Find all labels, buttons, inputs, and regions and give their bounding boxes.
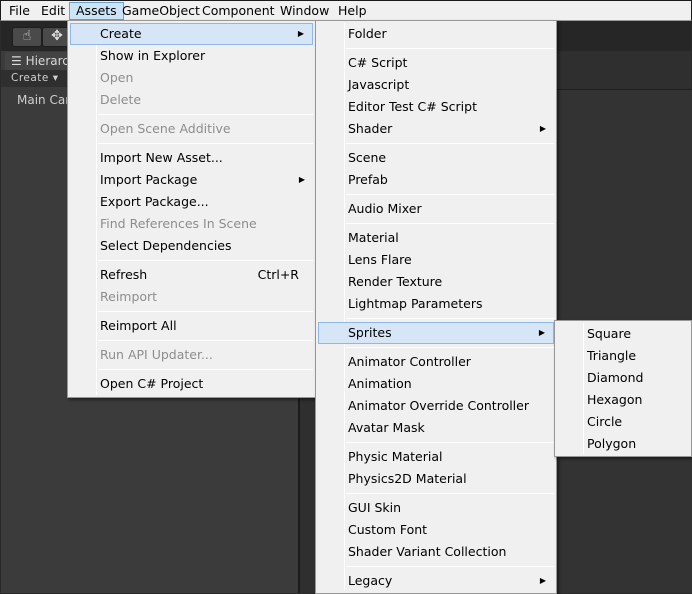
menu-item-find-references[interactable]: Find References In Scene bbox=[70, 213, 313, 235]
menu-help[interactable]: Help bbox=[332, 2, 373, 20]
submenu-arrow-icon: ▶ bbox=[539, 124, 546, 133]
submenu-arrow-icon: ▶ bbox=[297, 29, 304, 38]
menu-window[interactable]: Window bbox=[274, 2, 335, 20]
menu-separator bbox=[346, 223, 554, 224]
menu-separator bbox=[346, 318, 554, 319]
menu-item-audio-mixer[interactable]: Audio Mixer bbox=[318, 198, 554, 220]
menu-separator bbox=[346, 493, 554, 494]
menu-item-label: Refresh bbox=[100, 267, 148, 282]
menu-item-physic-material[interactable]: Physic Material bbox=[318, 446, 554, 468]
menu-item-avatar-mask[interactable]: Avatar Mask bbox=[318, 417, 554, 439]
menu-item-lens-flare[interactable]: Lens Flare bbox=[318, 249, 554, 271]
menu-item-physics2d-material[interactable]: Physics2D Material bbox=[318, 468, 554, 490]
menu-item-delete[interactable]: Delete bbox=[70, 89, 313, 111]
submenu-arrow-icon: ▶ bbox=[538, 328, 545, 337]
menu-item-refresh[interactable]: Refresh Ctrl+R bbox=[70, 264, 313, 286]
menu-item-run-api-updater[interactable]: Run API Updater... bbox=[70, 344, 313, 366]
menu-item-legacy[interactable]: Legacy ▶ bbox=[318, 570, 554, 592]
menu-separator bbox=[346, 566, 554, 567]
menu-item-label: Import Package bbox=[100, 172, 198, 187]
menu-item-folder[interactable]: Folder bbox=[318, 23, 554, 45]
menu-item-export-package[interactable]: Export Package... bbox=[70, 191, 313, 213]
sprites-submenu: Square Triangle Diamond Hexagon Circle P… bbox=[554, 320, 692, 457]
submenu-arrow-icon: ▶ bbox=[298, 175, 305, 184]
menu-item-diamond[interactable]: Diamond bbox=[557, 367, 689, 389]
hand-icon: ☝ bbox=[22, 28, 32, 44]
menu-separator bbox=[346, 48, 554, 49]
hierarchy-tab[interactable]: ☰ Hierarchy bbox=[5, 52, 75, 70]
menu-separator bbox=[98, 260, 313, 261]
move-icon: ✥ bbox=[51, 28, 63, 44]
menu-item-prefab[interactable]: Prefab bbox=[318, 169, 554, 191]
menu-item-label: Sprites bbox=[348, 325, 392, 340]
menu-item-import-new-asset[interactable]: Import New Asset... bbox=[70, 147, 313, 169]
menu-file[interactable]: File bbox=[3, 2, 36, 20]
menu-separator bbox=[346, 347, 554, 348]
menu-separator bbox=[98, 311, 313, 312]
menu-item-animator-override-controller[interactable]: Animator Override Controller bbox=[318, 395, 554, 417]
menu-edit[interactable]: Edit bbox=[35, 2, 71, 20]
menu-item-animation[interactable]: Animation bbox=[318, 373, 554, 395]
menu-item-show-in-explorer[interactable]: Show in Explorer bbox=[70, 45, 313, 67]
menu-item-shader-variant-collection[interactable]: Shader Variant Collection bbox=[318, 541, 554, 563]
menu-separator bbox=[346, 442, 554, 443]
shortcut-label: Ctrl+R bbox=[257, 267, 299, 282]
menu-item-label: Legacy bbox=[348, 573, 393, 588]
menu-item-animator-controller[interactable]: Animator Controller bbox=[318, 351, 554, 373]
menu-separator bbox=[98, 143, 313, 144]
menu-item-create[interactable]: Create ▶ bbox=[70, 23, 313, 45]
menu-separator bbox=[98, 114, 313, 115]
menu-separator bbox=[346, 194, 554, 195]
menu-item-import-package[interactable]: Import Package ▶ bbox=[70, 169, 313, 191]
menu-item-hexagon[interactable]: Hexagon bbox=[557, 389, 689, 411]
menu-item-render-texture[interactable]: Render Texture bbox=[318, 271, 554, 293]
menu-separator bbox=[346, 143, 554, 144]
menu-item-select-dependencies[interactable]: Select Dependencies bbox=[70, 235, 313, 257]
menu-item-triangle[interactable]: Triangle bbox=[557, 345, 689, 367]
menu-item-label: Shader bbox=[348, 121, 393, 136]
menu-item-open-csharp-project[interactable]: Open C# Project bbox=[70, 373, 313, 395]
assets-menu: Create ▶ Show in Explorer Open Delete Op… bbox=[67, 20, 316, 398]
menu-item-reimport-all[interactable]: Reimport All bbox=[70, 315, 313, 337]
menu-item-shader[interactable]: Shader ▶ bbox=[318, 118, 554, 140]
create-submenu: Folder C# Script Javascript Editor Test … bbox=[315, 20, 557, 594]
menu-item-open-scene-additive[interactable]: Open Scene Additive bbox=[70, 118, 313, 140]
menu-component[interactable]: Component bbox=[196, 2, 281, 20]
menu-item-label: Create bbox=[100, 26, 142, 41]
menu-item-editor-test-script[interactable]: Editor Test C# Script bbox=[318, 96, 554, 118]
menu-item-polygon[interactable]: Polygon bbox=[557, 433, 689, 455]
menu-item-scene[interactable]: Scene bbox=[318, 147, 554, 169]
menu-item-javascript[interactable]: Javascript bbox=[318, 74, 554, 96]
menu-item-lightmap-parameters[interactable]: Lightmap Parameters bbox=[318, 293, 554, 315]
menu-item-csharp-script[interactable]: C# Script bbox=[318, 52, 554, 74]
menu-separator bbox=[98, 369, 313, 370]
menu-gameobject[interactable]: GameObject bbox=[116, 2, 206, 20]
menu-item-reimport[interactable]: Reimport bbox=[70, 286, 313, 308]
hand-tool-button[interactable]: ☝ bbox=[12, 27, 42, 47]
menu-item-material[interactable]: Material bbox=[318, 227, 554, 249]
menu-item-custom-font[interactable]: Custom Font bbox=[318, 519, 554, 541]
menu-item-sprites[interactable]: Sprites ▶ bbox=[318, 322, 554, 344]
submenu-arrow-icon: ▶ bbox=[539, 576, 546, 585]
menu-item-gui-skin[interactable]: GUI Skin bbox=[318, 497, 554, 519]
menubar: File Edit Assets GameObject Component Wi… bbox=[0, 0, 692, 21]
menu-separator bbox=[98, 340, 313, 341]
menu-item-circle[interactable]: Circle bbox=[557, 411, 689, 433]
hierarchy-create-button[interactable]: Create ▾ bbox=[11, 71, 59, 85]
menu-item-open[interactable]: Open bbox=[70, 67, 313, 89]
menu-item-square[interactable]: Square bbox=[557, 323, 689, 345]
